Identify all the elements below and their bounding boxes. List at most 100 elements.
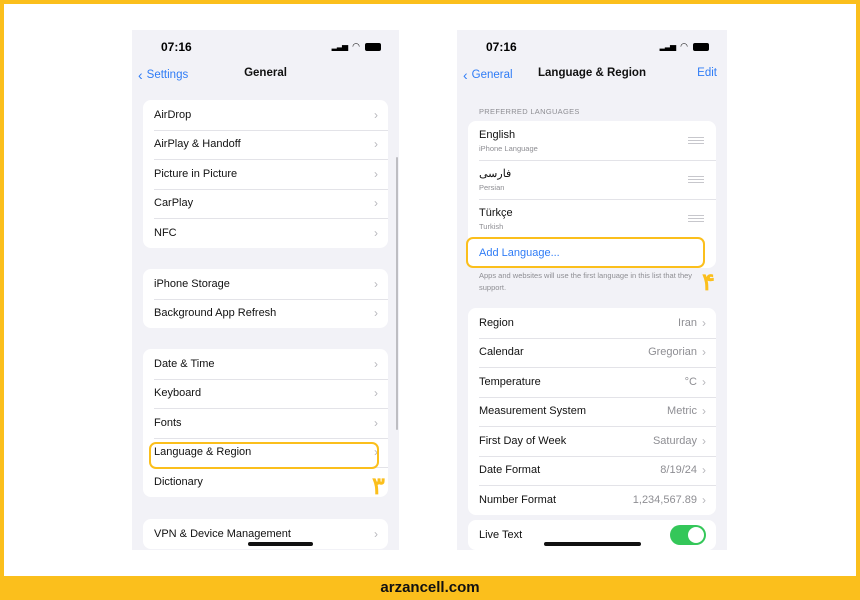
status-icons: ▂▃▅ ◠ [660, 41, 709, 52]
settings-group: Date & Time › Keyboard › Fonts › Language & Re… [143, 349, 388, 497]
chevron-right-icon: › [374, 386, 378, 401]
back-button[interactable]: ‹ General [463, 67, 513, 83]
settings-row[interactable]: CarPlay › [143, 188, 388, 219]
chevron-right-icon: › [374, 276, 378, 291]
chevron-right-icon: › [702, 374, 706, 389]
chevron-right-icon: › [702, 345, 706, 360]
region-setting-row[interactable]: Date Format 8/19/24 › [468, 455, 716, 486]
row-label: Keyboard [154, 387, 202, 400]
preferred-languages-header: PREFERRED LANGUAGES [479, 107, 580, 116]
live-text-label: Live Text [479, 528, 523, 541]
region-setting-row[interactable]: Region Iran › [468, 308, 716, 338]
region-setting-row[interactable]: First Day of Week Saturday › [468, 426, 716, 456]
chevron-right-icon: › [374, 166, 378, 181]
settings-row[interactable]: AirPlay & Handoff › [143, 129, 388, 160]
chevron-right-icon: › [374, 225, 378, 240]
step-number: ۳ [372, 473, 385, 500]
signal-icon: ▂▃▅ [331, 42, 349, 51]
row-label: Fonts [154, 416, 182, 429]
status-icons: ▂▃▅ ◠ [332, 41, 381, 52]
status-time: 07:16 [161, 40, 192, 54]
home-indicator[interactable] [544, 542, 641, 546]
row-label: iPhone Storage [154, 277, 230, 290]
setting-label: Temperature [479, 375, 541, 388]
setting-value: 8/19/24 [660, 464, 697, 477]
chevron-right-icon: › [374, 137, 378, 152]
setting-value: Metric [667, 405, 697, 418]
row-label: Date & Time [154, 357, 215, 370]
chevron-right-icon: › [702, 492, 706, 507]
language-row[interactable]: Türkçe Turkish [468, 199, 716, 238]
language-row[interactable]: English iPhone Language [468, 121, 716, 160]
chevron-right-icon: › [374, 306, 378, 321]
language-region-screen: 07:16 ▂▃▅ ◠ Language & Region ‹ General E… [457, 30, 727, 550]
chevron-right-icon: › [374, 356, 378, 371]
edit-button[interactable]: Edit [697, 67, 717, 79]
region-setting-row[interactable]: Number Format 1,234,567.89 › [468, 485, 716, 515]
page-title: General [244, 67, 287, 79]
chevron-right-icon: › [702, 404, 706, 419]
settings-row[interactable]: Keyboard › [143, 378, 388, 409]
setting-label: Date Format [479, 464, 541, 477]
language-row[interactable]: فارسی Persian [468, 160, 716, 199]
wifi-icon: ◠ [352, 41, 360, 51]
live-text-toggle[interactable] [670, 525, 706, 545]
chevron-right-icon: › [374, 415, 378, 430]
row-label: AirDrop [154, 108, 192, 121]
language-subtitle: iPhone Language [479, 143, 538, 153]
chevron-right-icon: › [702, 433, 706, 448]
row-label: VPN & Device Management [154, 527, 291, 540]
settings-row[interactable]: Picture in Picture › [143, 159, 388, 189]
battery-icon [693, 42, 709, 51]
chevron-left-icon: ‹ [463, 67, 468, 83]
settings-row[interactable]: Dictionary › [143, 467, 388, 497]
language-subtitle: Persian [479, 183, 505, 192]
row-label: Picture in Picture [154, 167, 238, 180]
status-time: 07:16 [486, 40, 517, 54]
reorder-handle-icon[interactable] [688, 215, 704, 222]
settings-row[interactable]: Date & Time › [143, 349, 388, 379]
scrollbar[interactable] [396, 157, 398, 430]
setting-label: Calendar [479, 346, 524, 359]
footer-brand: arzancell.com [0, 576, 860, 600]
setting-label: First Day of Week [479, 434, 567, 447]
row-label: CarPlay [154, 197, 194, 210]
battery-icon [365, 42, 381, 51]
step-number: ۴ [702, 269, 715, 296]
back-label: General [471, 69, 513, 81]
row-label: NFC [154, 226, 177, 239]
home-indicator[interactable] [248, 542, 313, 546]
setting-value: Saturday [652, 434, 697, 447]
languages-note: Apps and websites will use the first lan… [479, 271, 693, 292]
reorder-handle-icon[interactable] [688, 137, 704, 144]
signal-icon: ▂▃▅ [659, 42, 677, 51]
settings-group: iPhone Storage › Background App Refresh › [143, 269, 388, 328]
settings-row[interactable]: Fonts › [143, 408, 388, 438]
chevron-right-icon: › [374, 196, 378, 211]
language-name: Türkçe [479, 206, 513, 219]
general-screen: 07:16 ▂▃▅ ◠ ‹ Settings General AirDrop › Ai… [132, 30, 399, 550]
reorder-handle-icon[interactable] [688, 176, 704, 183]
highlight-language-region [149, 442, 379, 469]
chevron-right-icon: › [374, 107, 378, 122]
language-name: فارسی [479, 168, 512, 180]
settings-row[interactable]: iPhone Storage › [143, 269, 388, 299]
setting-label: Number Format [479, 493, 557, 506]
region-setting-row[interactable]: Measurement System Metric › [468, 396, 716, 427]
setting-value: Iran [678, 316, 697, 329]
chevron-right-icon: › [702, 315, 706, 330]
settings-group: AirDrop › AirPlay & Handoff › Picture in Pic… [143, 100, 388, 248]
frame-border [0, 0, 860, 600]
settings-row[interactable]: Background App Refresh › [143, 298, 388, 329]
region-settings-group: Region Iran › Calendar Gregorian › Temperature… [468, 308, 716, 515]
setting-value: 1,234,567.89 [632, 493, 697, 506]
settings-row[interactable]: AirDrop › [143, 100, 388, 130]
row-label: Background App Refresh [154, 307, 277, 320]
chevron-right-icon: › [374, 526, 378, 541]
chevron-right-icon: › [702, 463, 706, 478]
settings-row[interactable]: NFC › [143, 218, 388, 248]
region-setting-row[interactable]: Calendar Gregorian › [468, 337, 716, 368]
region-setting-row[interactable]: Temperature °C › [468, 367, 716, 397]
highlight-add-language [466, 237, 705, 268]
setting-value: °C [684, 375, 697, 388]
